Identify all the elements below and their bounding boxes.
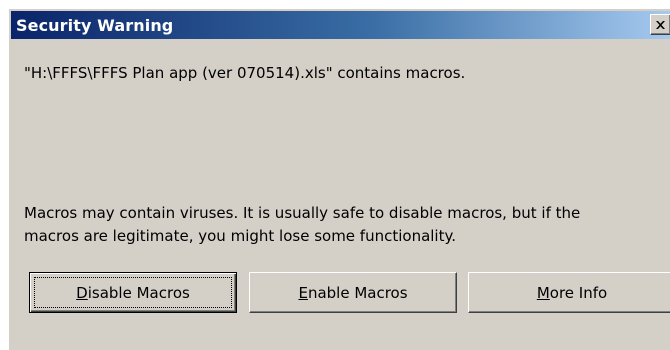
- title-bar[interactable]: Security Warning: [11, 11, 670, 39]
- disable-macros-label: Disable Macros: [76, 283, 190, 302]
- dialog-title: Security Warning: [16, 15, 174, 35]
- security-warning-dialog: Security Warning "H:\FFFS\FFFS Plan app …: [8, 8, 670, 350]
- more-info-label: More Info: [536, 283, 608, 302]
- disable-macros-button[interactable]: Disable Macros: [29, 272, 237, 313]
- close-button[interactable]: [650, 14, 670, 35]
- enable-macros-button[interactable]: Enable Macros: [249, 272, 457, 313]
- enable-macros-label: Enable Macros: [298, 283, 408, 302]
- close-icon: [656, 20, 665, 29]
- macro-file-message: "H:\FFFS\FFFS Plan app (ver 070514).xls"…: [24, 64, 466, 82]
- more-info-button[interactable]: More Info: [468, 272, 670, 313]
- virus-warning-message: Macros may contain viruses. It is usuall…: [24, 204, 581, 245]
